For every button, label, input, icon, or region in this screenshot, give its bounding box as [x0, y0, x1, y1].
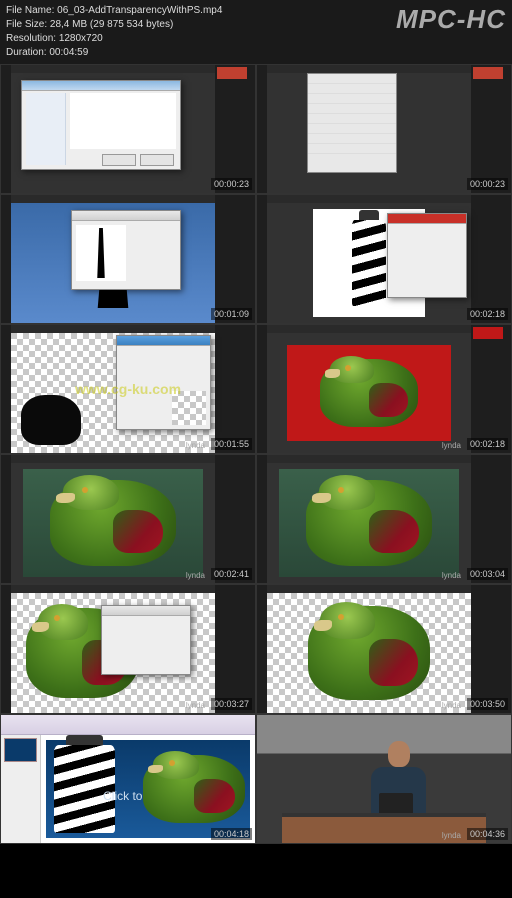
timestamp: 00:00:23 [211, 178, 252, 190]
thumbnail-grid: 00:00:23 00:00:23 00:01:09 [0, 64, 512, 844]
laptop-icon [379, 793, 413, 815]
timestamp: 00:02:18 [467, 438, 508, 450]
timestamp: 00:03:27 [211, 698, 252, 710]
duration-label: Duration: [6, 47, 47, 58]
file-size-label: File Size: [6, 19, 47, 30]
parrot-image [306, 480, 432, 566]
lynda-watermark: lynda [186, 701, 205, 710]
ppt-slide-panel[interactable] [1, 735, 41, 843]
lynda-watermark: lynda [186, 441, 205, 450]
resolution-label: Resolution: [6, 33, 56, 44]
timestamp: 00:04:18 [211, 828, 252, 840]
resolution-value: 1280x720 [59, 33, 103, 44]
lynda-watermark: lynda [186, 571, 205, 580]
timestamp: 00:03:50 [467, 698, 508, 710]
lighthouse-image [352, 220, 386, 306]
thumbnail[interactable]: lynda 00:03:50 [256, 584, 512, 714]
timestamp: 00:01:55 [211, 438, 252, 450]
file-name-label: File Name: [6, 5, 54, 16]
timestamp: 00:02:18 [467, 308, 508, 320]
presenter-video [257, 715, 511, 843]
thumbnail[interactable]: 00:00:23 [256, 64, 512, 194]
timestamp: 00:03:04 [467, 568, 508, 580]
ppt-slide[interactable]: Click to add tit [46, 740, 250, 838]
file-name-value: 06_03-AddTransparencyWithPS.mp4 [57, 5, 222, 16]
powerpoint-window: Click to add tit [1, 715, 255, 843]
cg-ku-watermark: www.cg-ku.com [75, 381, 181, 397]
lynda-watermark: lynda [442, 831, 461, 840]
timestamp: 00:00:23 [467, 178, 508, 190]
duration-value: 00:04:59 [49, 47, 88, 58]
thumbnail[interactable]: 00:01:09 [0, 194, 256, 324]
file-info: File Name: 06_03-AddTransparencyWithPS.m… [6, 4, 222, 60]
thumbnail[interactable]: www.cg-ku.com lynda 00:01:55 [0, 324, 256, 454]
timestamp: 00:02:41 [211, 568, 252, 580]
thumbnail[interactable]: lynda 00:02:18 [256, 324, 512, 454]
player-logo: MPC-HC [396, 4, 506, 35]
dropdown-menu[interactable] [307, 73, 397, 173]
header-bar: File Name: 06_03-AddTransparencyWithPS.m… [0, 0, 512, 64]
lynda-watermark: lynda [442, 701, 461, 710]
thumbnail[interactable]: 00:00:23 [0, 64, 256, 194]
thumbnail[interactable]: lynda 00:03:04 [256, 454, 512, 584]
thumbnail[interactable]: lynda 00:04:36 [256, 714, 512, 844]
lynda-watermark: lynda [442, 571, 461, 580]
thumbnail[interactable]: Click to add tit 00:04:18 [0, 714, 256, 844]
timestamp: 00:04:36 [467, 828, 508, 840]
thumbnail[interactable]: 00:02:18 [256, 194, 512, 324]
thumbnail[interactable]: lynda 00:02:41 [0, 454, 256, 584]
timestamp: 00:01:09 [211, 308, 252, 320]
parrot-image [320, 359, 418, 426]
parrot-image [308, 606, 430, 700]
thumbnail[interactable]: lynda 00:03:27 [0, 584, 256, 714]
file-size-value: 28,4 MB (29 875 534 bytes) [50, 19, 173, 30]
parrot-image [50, 480, 176, 566]
ppt-ribbon[interactable] [1, 715, 255, 735]
lynda-watermark: lynda [442, 441, 461, 450]
